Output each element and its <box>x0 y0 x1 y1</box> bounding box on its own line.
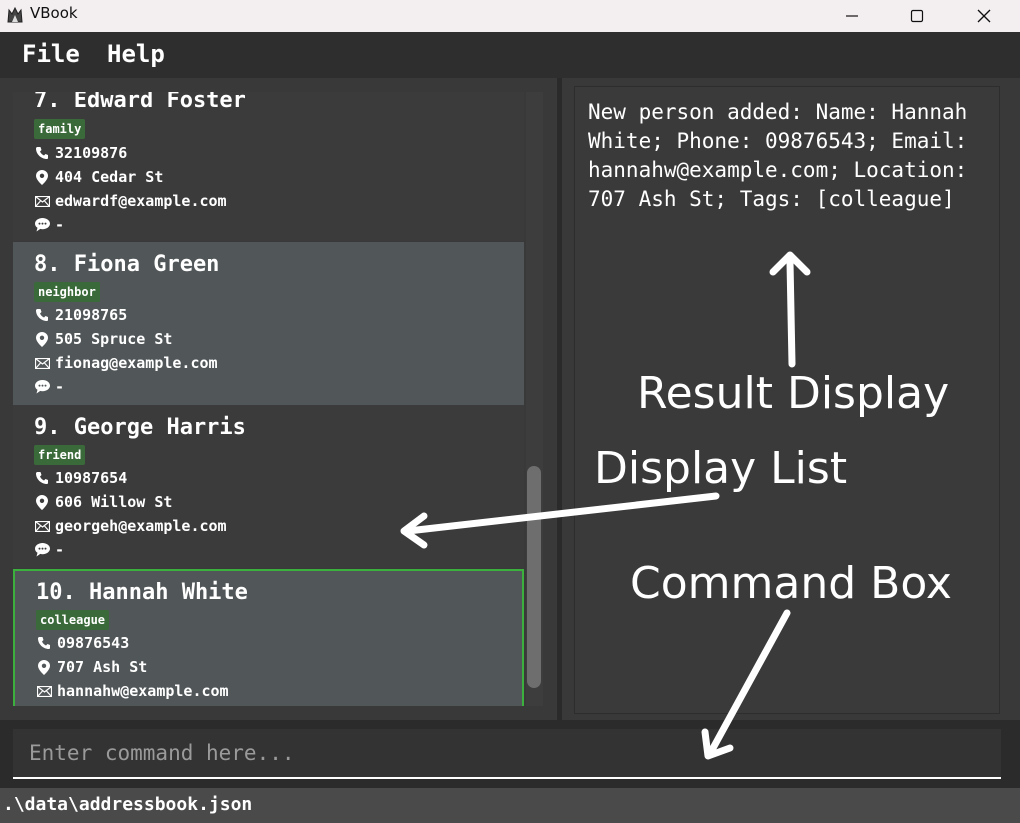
person-phone: 09876543 <box>36 632 129 654</box>
phone-icon <box>34 145 50 161</box>
person-tag: colleague <box>36 610 110 630</box>
person-email: georgeh@example.com <box>34 515 227 537</box>
title-bar: VBook <box>0 0 1020 32</box>
phone-icon <box>34 307 50 323</box>
person-phone: 10987654 <box>34 467 127 489</box>
close-icon <box>977 9 991 23</box>
person-phone: 32109876 <box>34 142 127 164</box>
menu-bar: File Help <box>0 32 1020 78</box>
person-location: 707 Ash St <box>36 656 147 678</box>
speech-bubble-icon <box>34 542 50 558</box>
person-remark: - <box>34 214 64 236</box>
envelope-icon <box>36 683 52 699</box>
person-email: edwardf@example.com <box>34 190 227 212</box>
location-pin-icon <box>34 494 50 510</box>
person-card[interactable]: 8. Fiona Green neighbor 21098765 505 Spr… <box>13 242 524 405</box>
person-list[interactable]: 7. Edward Foster family 32109876 404 Ced… <box>13 92 524 706</box>
menu-help[interactable]: Help <box>107 40 165 68</box>
annotation-command-box: Command Box <box>630 558 952 609</box>
envelope-icon <box>34 518 50 534</box>
person-email: hannahw@example.com <box>36 680 229 702</box>
maximize-button[interactable] <box>885 0 949 32</box>
menu-file[interactable]: File <box>22 40 80 68</box>
person-name: 7. Edward Foster <box>34 92 246 113</box>
location-pin-icon <box>36 659 52 675</box>
list-scrollbar-thumb[interactable] <box>527 466 541 688</box>
window-title: VBook <box>30 4 78 22</box>
person-name: 8. Fiona Green <box>34 252 220 277</box>
person-name: 9. George Harris <box>34 415 246 440</box>
location-pin-icon <box>34 169 50 185</box>
command-input[interactable] <box>13 729 1001 777</box>
person-remark: - <box>34 376 64 398</box>
envelope-icon <box>34 355 50 371</box>
maximize-icon <box>910 9 924 23</box>
person-location: 606 Willow St <box>34 491 172 513</box>
person-email: fionag@example.com <box>34 352 218 374</box>
result-display-text: New person added: Name: Hannah White; Ph… <box>588 100 980 211</box>
person-location: 505 Spruce St <box>34 328 172 350</box>
annotation-result-display: Result Display <box>637 368 950 419</box>
person-tag: family <box>34 119 86 139</box>
person-card[interactable]: 7. Edward Foster family 32109876 404 Ced… <box>13 92 524 241</box>
speech-bubble-icon <box>34 217 50 233</box>
location-pin-icon <box>34 331 50 347</box>
phone-icon <box>36 635 52 651</box>
person-card[interactable]: 9. George Harris friend 10987654 606 Wil… <box>13 405 524 568</box>
close-button[interactable] <box>952 0 1016 32</box>
minimize-button[interactable] <box>820 0 884 32</box>
speech-bubble-icon <box>34 379 50 395</box>
status-file-path: .\data\addressbook.json <box>3 794 253 815</box>
person-name: 10. Hannah White <box>36 580 248 605</box>
person-phone: 21098765 <box>34 304 127 326</box>
person-location: 404 Cedar St <box>34 166 163 188</box>
person-remark: - <box>34 539 64 561</box>
person-tag: neighbor <box>34 282 100 302</box>
phone-icon <box>34 470 50 486</box>
app-logo-icon <box>6 6 24 24</box>
minimize-icon <box>845 9 859 23</box>
person-card-selected[interactable]: 10. Hannah White colleague 09876543 707 … <box>13 569 524 706</box>
envelope-icon <box>34 193 50 209</box>
person-tag: friend <box>34 445 86 465</box>
annotation-display-list: Display List <box>594 443 848 494</box>
